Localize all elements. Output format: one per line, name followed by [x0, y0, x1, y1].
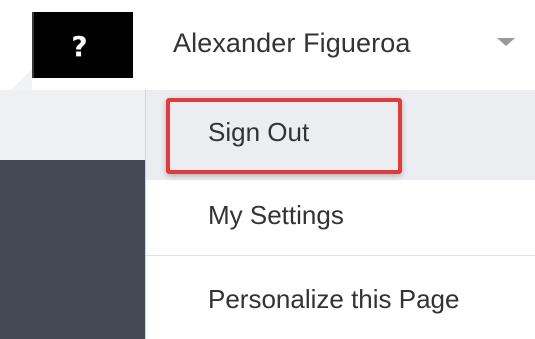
- user-dropdown-menu: Sign Out My Settings Personalize this Pa…: [145, 90, 535, 339]
- help-icon[interactable]: ?: [71, 30, 87, 63]
- sidebar-dark-panel: [0, 160, 145, 339]
- menu-item-my-settings[interactable]: My Settings: [146, 180, 535, 256]
- menu-item-label: My Settings: [208, 200, 344, 230]
- app-screen: ? Alexander Figueroa Sign Out My Setting…: [0, 0, 535, 339]
- help-button[interactable]: ?: [32, 12, 133, 78]
- menu-item-label: Sign Out: [208, 117, 310, 147]
- user-menu-name[interactable]: Alexander Figueroa: [173, 28, 410, 59]
- chevron-down-icon[interactable]: [497, 38, 515, 46]
- menu-item-personalize-page[interactable]: Personalize this Page: [146, 256, 535, 339]
- menu-item-sign-out[interactable]: Sign Out: [146, 90, 535, 180]
- menu-item-label: Personalize this Page: [208, 284, 460, 314]
- background-left-stripe: [0, 90, 145, 160]
